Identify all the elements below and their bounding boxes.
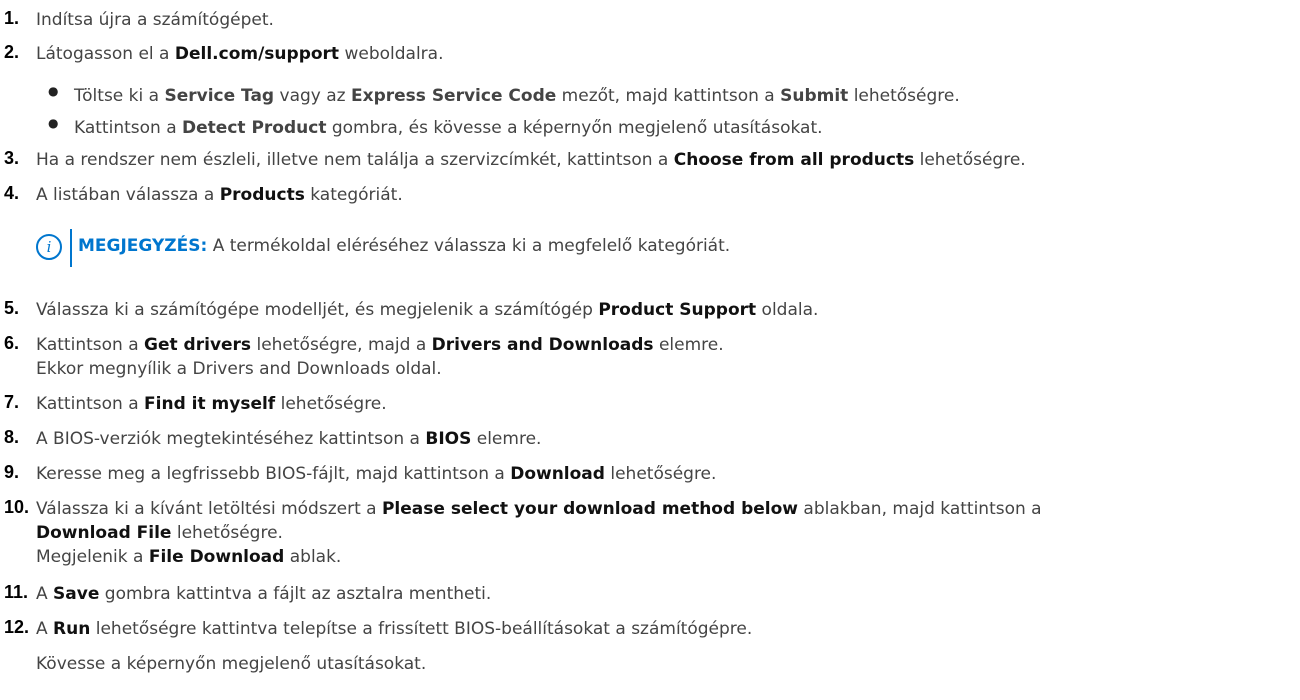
bold-term: Run	[53, 619, 91, 639]
step-number: 2.	[4, 42, 20, 62]
info-icon: i	[36, 234, 62, 260]
text-run: Ha a rendszer nem észleli, illetve nem t…	[36, 150, 674, 170]
step-text: Válassza ki a számítógépe modelljét, és …	[36, 298, 818, 322]
step-text: Keresse meg a legfrissebb BIOS-fájlt, ma…	[36, 462, 716, 486]
note-label: MEGJEGYZÉS:	[78, 236, 208, 256]
step-number: 7.	[4, 392, 20, 412]
bold-term: Download	[510, 464, 605, 484]
bold-term: Dell.com/support	[174, 44, 340, 64]
document-page: 1. Indítsa újra a számítógépet. 2. Látog…	[0, 0, 1300, 700]
text-run: weboldalra.	[339, 44, 444, 64]
note-body: A termékoldal eléréséhez válassza ki a m…	[207, 236, 731, 256]
bullet-dot: ●	[48, 116, 59, 130]
text-run: lehetőségre.	[848, 86, 960, 106]
step-line: Kattintson a Get drivers lehetőségre, ma…	[36, 333, 724, 357]
step-line: Ekkor megnyílik a Drivers and Downloads …	[36, 357, 724, 381]
text-run: Látogasson el a	[36, 44, 175, 64]
text-run: ablakban, majd kattintson a	[798, 499, 1042, 519]
step-number: 3.	[4, 148, 20, 168]
step-number: 4.	[4, 183, 20, 203]
step-number: 8.	[4, 427, 20, 447]
bold-term: Get drivers	[144, 335, 252, 355]
text-run: kategóriát.	[304, 185, 403, 205]
step-text: Ha a rendszer nem észleli, illetve nem t…	[36, 148, 1026, 172]
bold-term: Please select your download method below	[381, 499, 798, 519]
text-run: lehetőségre, majd a	[251, 335, 432, 355]
bold-term: Find it myself	[144, 394, 276, 414]
text-run: Válassza ki a kívánt letöltési módszert …	[36, 499, 382, 519]
text-run: lehetőségre kattintva telepítse a frissí…	[90, 619, 753, 639]
step-number: 5.	[4, 298, 20, 318]
bold-term: Choose from all products	[673, 150, 915, 170]
text-run: gombra, és kövesse a képernyőn megjelenő…	[326, 118, 823, 138]
text-run: elemre.	[471, 429, 542, 449]
text-run: Kövesse a képernyőn megjelenő utasítások…	[36, 654, 427, 674]
step-line: A Run lehetőségre kattintva telepítse a …	[36, 617, 752, 641]
text-run: Kattintson a	[36, 335, 145, 355]
text-run: elemre.	[653, 335, 724, 355]
step-text: A BIOS-verziók megtekintéséhez kattintso…	[36, 427, 541, 451]
text-run: lehetőségre.	[914, 150, 1026, 170]
bold-term: BIOS	[425, 429, 472, 449]
step-number: 1.	[4, 8, 20, 28]
bullet-text: Kattintson a Detect Product gombra, és k…	[74, 116, 823, 140]
note-text: MEGJEGYZÉS: A termékoldal eléréséhez vál…	[78, 234, 730, 258]
step-line: Download File lehetőségre.	[36, 521, 1042, 545]
text-run: gombra kattintva a fájlt az asztalra men…	[99, 584, 492, 604]
text-run: Ekkor megnyílik a Drivers and Downloads …	[36, 359, 442, 379]
text-run: oldala.	[756, 300, 819, 320]
bullet-text: Töltse ki a Service Tag vagy az Express …	[74, 84, 960, 108]
step-number: 12.	[4, 617, 30, 637]
bullet-dot: ●	[48, 84, 59, 98]
text-run: A	[36, 619, 54, 639]
text-run: Kattintson a	[36, 394, 145, 414]
step-number: 9.	[4, 462, 20, 482]
bold-term: Product Support	[598, 300, 757, 320]
step-text: Indítsa újra a számítógépet.	[36, 8, 274, 32]
step-text: A Run lehetőségre kattintva telepítse a …	[36, 617, 752, 676]
text-run: Indítsa újra a számítógépet.	[36, 10, 274, 30]
bold-term: Submit	[780, 86, 849, 106]
text-run: Megjelenik a	[36, 547, 149, 567]
step-number: 6.	[4, 333, 20, 353]
step-text: A listában válassza a Products kategóriá…	[36, 183, 403, 207]
step-text: A Save gombra kattintva a fájlt az aszta…	[36, 582, 491, 606]
bold-term: Drivers and Downloads	[431, 335, 654, 355]
bold-term: Express Service Code	[351, 86, 557, 106]
text-run: lehetőségre.	[275, 394, 387, 414]
step-text: Kattintson a Find it myself lehetőségre.	[36, 392, 387, 416]
step-text: Látogasson el a Dell.com/support webolda…	[36, 42, 444, 66]
text-run: lehetőségre.	[171, 523, 283, 543]
bold-term: Products	[219, 185, 305, 205]
step-line: Kövesse a képernyőn megjelenő utasítások…	[36, 652, 752, 676]
step-number: 11.	[4, 582, 29, 602]
bold-term: Service Tag	[164, 86, 275, 106]
text-run: vagy az	[274, 86, 351, 106]
text-run: A listában válassza a	[36, 185, 220, 205]
text-run: Töltse ki a	[74, 86, 165, 106]
step-number: 10.	[4, 497, 30, 517]
step-text: Válassza ki a kívánt letöltési módszert …	[36, 497, 1042, 569]
note-divider	[70, 229, 72, 267]
bold-term: File Download	[148, 547, 285, 567]
text-run: Válassza ki a számítógépe modelljét, és …	[36, 300, 599, 320]
step-text: Kattintson a Get drivers lehetőségre, ma…	[36, 333, 724, 381]
text-run: Keresse meg a legfrissebb BIOS-fájlt, ma…	[36, 464, 511, 484]
step-line: Megjelenik a File Download ablak.	[36, 545, 1042, 569]
text-run: A BIOS-verziók megtekintéséhez kattintso…	[36, 429, 426, 449]
text-run: ablak.	[284, 547, 342, 567]
text-run: Kattintson a	[74, 118, 183, 138]
text-run: A	[36, 584, 54, 604]
text-run: mezőt, majd kattintson a	[556, 86, 781, 106]
bold-term: Detect Product	[182, 118, 327, 138]
bold-term: Download File	[36, 523, 172, 543]
step-line: Válassza ki a kívánt letöltési módszert …	[36, 497, 1042, 521]
bold-term: Save	[53, 584, 100, 604]
text-run: lehetőségre.	[604, 464, 717, 484]
